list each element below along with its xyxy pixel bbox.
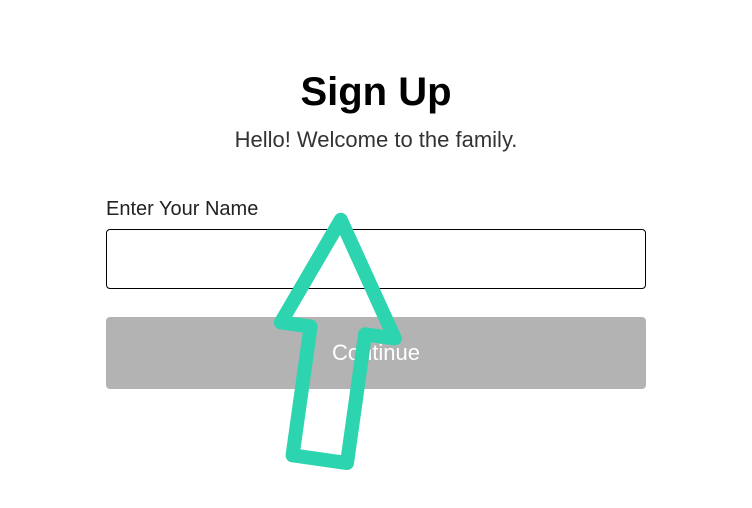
signup-form: Sign Up Hello! Welcome to the family. En… <box>106 0 646 389</box>
name-label: Enter Your Name <box>106 198 646 221</box>
page-title: Sign Up <box>106 70 646 115</box>
name-input[interactable] <box>106 229 646 289</box>
page-subtitle: Hello! Welcome to the family. <box>106 127 646 153</box>
continue-button[interactable]: Continue <box>106 317 646 389</box>
